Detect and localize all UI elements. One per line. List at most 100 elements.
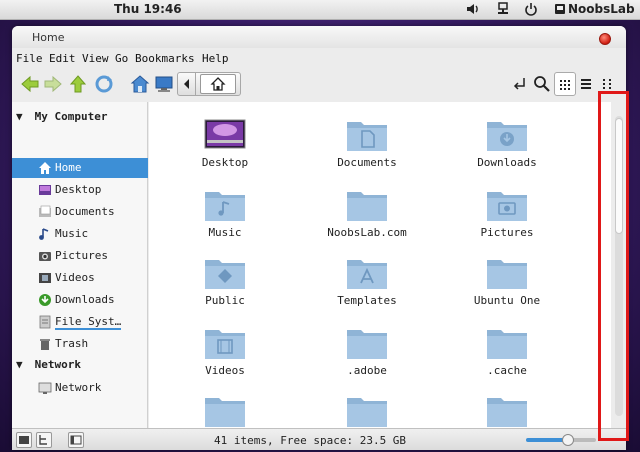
sidebar-item-pictures[interactable]: Pictures [12, 246, 148, 266]
sidebar: ▼ My Computer Home Desktop Documents Mus… [12, 102, 148, 428]
menubar: File Edit View Go Bookmarks Help [12, 48, 626, 68]
folder-icon [487, 260, 527, 289]
file-label: NoobsLab.com [327, 226, 407, 239]
home-outline-icon [210, 77, 226, 91]
show-tree-button[interactable] [36, 432, 52, 448]
menu-file[interactable]: File [16, 52, 43, 65]
sidebar-item-videos[interactable]: Videos [12, 268, 148, 288]
videos-icon [39, 273, 51, 283]
videos-folder-icon [205, 330, 245, 359]
file-item-music[interactable]: Music [165, 186, 285, 250]
triangle-left-icon [184, 79, 189, 89]
tree-icon [39, 435, 47, 445]
file-item-partial[interactable] [165, 392, 285, 428]
search-icon[interactable] [532, 74, 552, 94]
menu-help[interactable]: Help [202, 52, 229, 65]
back-arrow-icon[interactable] [20, 74, 40, 94]
sidebar-item-downloads[interactable]: Downloads [12, 290, 148, 310]
file-item-downloads[interactable]: Downloads [447, 116, 567, 180]
grid-icon [560, 80, 570, 90]
folder-icon [205, 398, 245, 427]
top-panel: Thu 19:46 NoobsLab [0, 0, 640, 20]
sidebar-item-music[interactable]: Music [12, 224, 148, 244]
sidebar-item-label: Trash [55, 337, 89, 350]
status-text: 41 items, Free space: 23.5 GB [214, 434, 407, 447]
file-item-ubuntu-one[interactable]: Ubuntu One [447, 254, 567, 318]
menu-view[interactable]: View [82, 52, 109, 65]
zoom-slider[interactable] [526, 434, 596, 446]
network-icon[interactable] [496, 2, 510, 16]
section-title: Network [34, 358, 81, 371]
music-folder-icon [205, 192, 245, 221]
sidebar-item-trash[interactable]: Trash [12, 334, 148, 354]
forward-arrow-icon[interactable] [43, 74, 63, 94]
power-icon[interactable] [524, 2, 538, 16]
pictures-folder-icon [487, 192, 527, 221]
computer-icon[interactable] [154, 74, 174, 94]
file-label: Desktop [201, 156, 249, 169]
sidebar-item-label: Downloads [55, 293, 115, 306]
file-item-documents[interactable]: Documents [307, 116, 427, 180]
file-item-noobslab[interactable]: NoobsLab.com [307, 186, 427, 250]
templates-folder-icon [347, 260, 387, 289]
menu-edit[interactable]: Edit [49, 52, 76, 65]
file-item-videos[interactable]: Videos [165, 324, 285, 388]
file-item-partial-locked[interactable] [447, 392, 567, 428]
annotation-highlight-box [598, 91, 629, 441]
open-in-terminal-icon[interactable] [510, 74, 530, 94]
location-home-button[interactable] [200, 74, 236, 94]
home-toolbar-icon[interactable] [130, 74, 150, 94]
network-icon [38, 382, 52, 394]
trash-icon [40, 339, 50, 350]
file-label: Templates [337, 294, 397, 307]
file-item-pictures[interactable]: Pictures [447, 186, 567, 250]
user-menu-icon[interactable] [554, 2, 566, 16]
status-bar: 41 items, Free space: 23.5 GB [12, 428, 626, 450]
sidebar-item-label: Home [55, 161, 82, 174]
sidebar-section-network[interactable]: ▼ Network [16, 358, 81, 371]
documents-icon [39, 205, 51, 217]
file-item-cache[interactable]: .cache [447, 324, 567, 388]
titlebar[interactable]: Home [12, 26, 626, 48]
close-button[interactable] [599, 33, 611, 45]
reload-icon[interactable] [94, 74, 114, 94]
volume-icon[interactable] [466, 2, 480, 16]
sidebar-item-desktop[interactable]: Desktop [12, 180, 148, 200]
file-item-public[interactable]: Public [165, 254, 285, 318]
music-icon [39, 228, 49, 240]
sidebar-section-my-computer[interactable]: ▼ My Computer [16, 110, 107, 123]
show-places-button[interactable] [16, 432, 32, 448]
file-view[interactable]: Desktop Documents Downloads Music NoobsL… [149, 102, 611, 428]
places-icon [19, 436, 29, 444]
location-bar[interactable] [177, 72, 241, 96]
username[interactable]: NoobsLab [568, 2, 635, 16]
downloads-folder-icon [487, 122, 527, 151]
toggle-sidebar-button[interactable] [68, 432, 84, 448]
folder-icon [347, 398, 387, 427]
file-item-templates[interactable]: Templates [307, 254, 427, 318]
desktop-icon [39, 185, 51, 195]
zoom-slider-handle[interactable] [562, 434, 574, 446]
file-label: Downloads [477, 156, 537, 169]
desktop-folder-icon [204, 119, 246, 149]
file-item-partial[interactable] [307, 392, 427, 428]
sidebar-item-filesystem[interactable]: File Syst… [12, 312, 148, 332]
sidebar-item-home[interactable]: Home [12, 158, 148, 178]
list-icon [581, 79, 591, 89]
sidebar-item-documents[interactable]: Documents [12, 202, 148, 222]
up-arrow-icon[interactable] [68, 74, 88, 94]
menu-go[interactable]: Go [115, 52, 128, 65]
location-back-button[interactable] [178, 73, 196, 95]
file-item-adobe[interactable]: .adobe [307, 324, 427, 388]
file-item-desktop[interactable]: Desktop [165, 116, 285, 180]
icon-view-button[interactable] [554, 72, 576, 96]
documents-folder-icon [347, 122, 387, 151]
sidebar-item-label: File Syst… [55, 315, 122, 330]
list-view-button[interactable] [576, 72, 598, 96]
clock[interactable]: Thu 19:46 [114, 2, 182, 16]
sidebar-item-label: Documents [55, 205, 115, 218]
menu-bookmarks[interactable]: Bookmarks [135, 52, 195, 65]
pictures-icon [39, 252, 51, 261]
file-label: Ubuntu One [473, 294, 541, 307]
sidebar-item-network[interactable]: Network [12, 378, 148, 398]
